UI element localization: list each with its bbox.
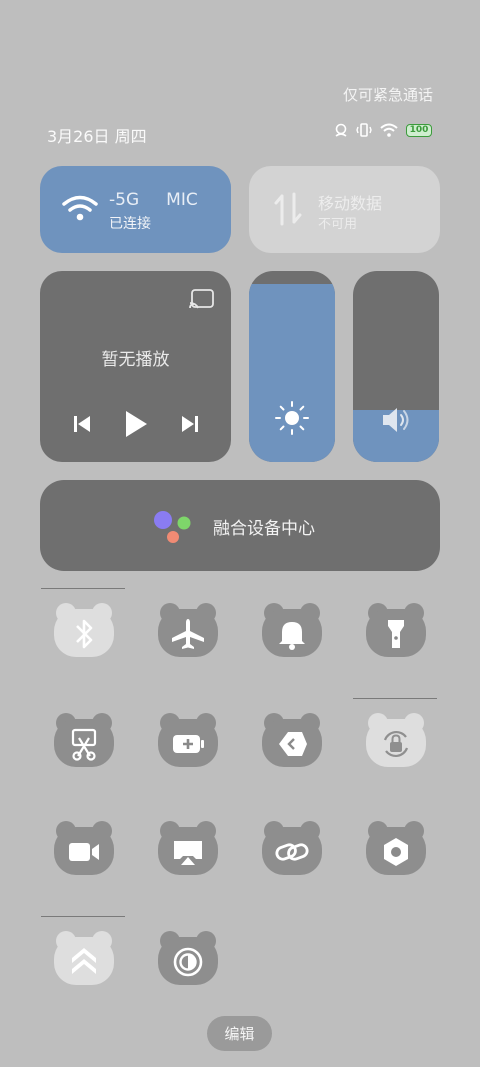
toggle-rotation-lock[interactable] bbox=[353, 700, 437, 784]
active-marker bbox=[41, 588, 125, 589]
toggle-battery-saver[interactable] bbox=[145, 700, 229, 784]
video-camera-icon bbox=[69, 843, 99, 861]
bluetooth-icon bbox=[76, 619, 93, 649]
airplane-icon bbox=[172, 619, 204, 649]
toggle-screen-cast[interactable] bbox=[145, 808, 229, 892]
next-track-icon[interactable] bbox=[180, 414, 200, 434]
mobile-data-title: 移动数据 bbox=[318, 194, 383, 213]
wifi-state: 已连接 bbox=[109, 216, 151, 232]
date-text: 3月26日 周四 bbox=[47, 127, 147, 146]
toggle-notifications[interactable] bbox=[249, 590, 333, 674]
emergency-call-text: 仅可紧急通话 bbox=[342, 86, 433, 104]
status-icons: 100 bbox=[334, 123, 432, 137]
sun-icon bbox=[275, 401, 309, 435]
toggle-screenshot[interactable] bbox=[41, 700, 125, 784]
mobile-data-state: 不可用 bbox=[318, 217, 358, 232]
wifi-name-part1: -5G bbox=[109, 190, 140, 210]
toggle-dark-mode[interactable] bbox=[145, 918, 229, 1002]
link-icon bbox=[275, 843, 309, 861]
wifi-status-icon bbox=[380, 123, 398, 137]
toggle-bluetooth[interactable] bbox=[41, 590, 125, 674]
wifi-icon bbox=[62, 195, 98, 221]
flashlight-icon bbox=[388, 620, 404, 648]
media-player-tile[interactable]: 暂无播放 bbox=[40, 271, 231, 462]
toggle-flashlight[interactable] bbox=[353, 590, 437, 674]
active-marker bbox=[353, 698, 437, 699]
chevrons-up-icon bbox=[72, 948, 96, 974]
contrast-icon bbox=[173, 947, 203, 977]
previous-track-icon[interactable] bbox=[72, 414, 92, 434]
volume-slider[interactable] bbox=[353, 271, 439, 462]
toggle-code-share[interactable] bbox=[249, 700, 333, 784]
media-controls bbox=[40, 409, 231, 439]
toggle-airplane-mode[interactable] bbox=[145, 590, 229, 674]
wifi-name-fade bbox=[201, 166, 231, 253]
play-icon[interactable] bbox=[123, 409, 149, 439]
mobile-data-tile[interactable]: 移动数据 不可用 bbox=[249, 166, 440, 253]
bell-icon bbox=[279, 622, 305, 650]
wifi-network-name: -5G MIC bbox=[109, 190, 198, 210]
wifi-tile[interactable]: -5G MIC 已连接 bbox=[40, 166, 231, 253]
vibrate-icon bbox=[356, 123, 372, 137]
face-unlock-icon bbox=[335, 123, 347, 137]
cast-screen-icon bbox=[174, 841, 202, 865]
wifi-name-part2: MIC bbox=[166, 190, 198, 210]
scissors-icon bbox=[71, 728, 97, 761]
active-marker bbox=[41, 916, 125, 917]
battery-indicator: 100 bbox=[406, 123, 432, 137]
toggle-screen-record[interactable] bbox=[41, 808, 125, 892]
edit-button[interactable]: 编辑 bbox=[207, 1016, 272, 1051]
fusion-device-center-tile[interactable]: 融合设备中心 bbox=[40, 480, 440, 571]
battery-plus-icon bbox=[173, 735, 204, 753]
speaker-icon bbox=[383, 408, 409, 432]
media-status-label: 暂无播放 bbox=[101, 350, 170, 370]
fusion-device-label: 融合设备中心 bbox=[213, 519, 315, 539]
toggle-settings[interactable] bbox=[353, 808, 437, 892]
nut-icon bbox=[384, 838, 408, 866]
rotation-lock-icon bbox=[383, 730, 409, 758]
cast-icon[interactable] bbox=[189, 289, 215, 309]
brightness-slider[interactable] bbox=[249, 271, 335, 462]
mobile-data-icon bbox=[274, 192, 302, 226]
toggle-performance[interactable] bbox=[41, 918, 125, 1002]
code-icon bbox=[279, 732, 307, 756]
toggle-link[interactable] bbox=[249, 808, 333, 892]
fusion-device-icon bbox=[154, 511, 191, 543]
